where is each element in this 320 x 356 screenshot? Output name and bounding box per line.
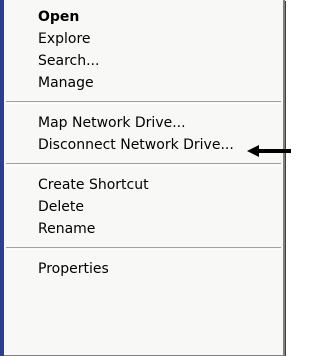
arrow-left-icon [247,145,291,157]
menu-item-open[interactable]: Open [4,6,283,28]
menu-item-delete[interactable]: Delete [4,196,283,218]
context-menu: Open Explore Search... Manage Map Networ… [4,0,285,356]
menu-item-explore[interactable]: Explore [4,28,283,50]
menu-item-disconnect-network-drive[interactable]: Disconnect Network Drive... [4,134,283,156]
menu-item-create-shortcut[interactable]: Create Shortcut [4,174,283,196]
menu-item-search[interactable]: Search... [4,50,283,72]
menu-separator [6,101,281,104]
menu-separator [6,247,281,250]
menu-item-map-network-drive[interactable]: Map Network Drive... [4,112,283,134]
menu-separator [6,163,281,166]
menu-item-rename[interactable]: Rename [4,218,283,240]
menu-item-properties[interactable]: Properties [4,258,283,280]
menu-item-manage[interactable]: Manage [4,72,283,94]
